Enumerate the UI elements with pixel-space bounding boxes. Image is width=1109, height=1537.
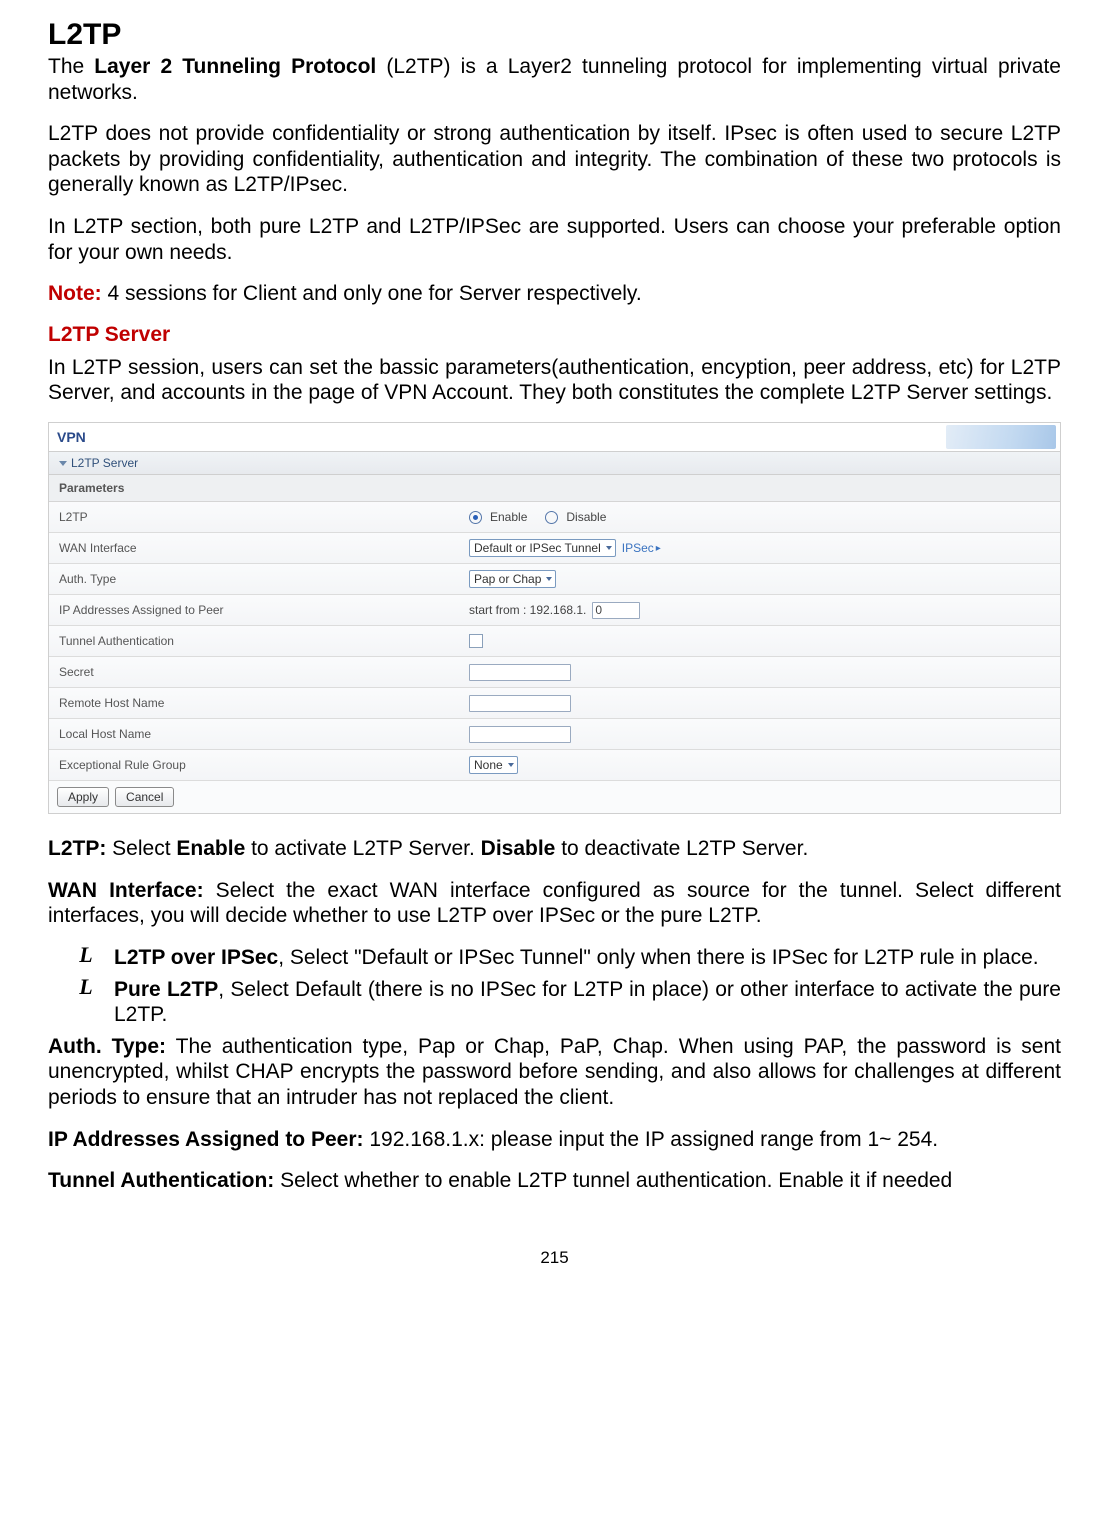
text: to activate L2TP Server. — [245, 837, 480, 860]
select-wan-interface[interactable]: Default or IPSec Tunnel — [469, 539, 616, 557]
info-list: L L2TP over IPSec, Select "Default or IP… — [48, 945, 1061, 1028]
select-auth-type[interactable]: Pap or Chap — [469, 570, 556, 588]
intro-paragraph-3: In L2TP section, both pure L2TP and L2TP… — [48, 214, 1061, 265]
subheader-text: L2TP Server — [71, 456, 138, 470]
panel-subheader[interactable]: L2TP Server — [49, 452, 1060, 475]
config-panel: VPN L2TP Server Parameters L2TP Enable D… — [48, 422, 1061, 814]
desc-l2tp: L2TP: Select Enable to activate L2TP Ser… — [48, 836, 1061, 862]
select-rule-group[interactable]: None — [469, 756, 518, 774]
bold: Disable — [481, 837, 556, 860]
row-local: Local Host Name — [49, 719, 1060, 750]
parameters-heading: Parameters — [49, 475, 1060, 502]
bold: L2TP over IPSec — [114, 946, 278, 969]
bold: Auth. Type: — [48, 1035, 166, 1058]
intro-paragraph-2: L2TP does not provide confidentiality or… — [48, 121, 1061, 198]
text: , Select "Default or IPSec Tunnel" only … — [278, 946, 1038, 969]
list-item: L L2TP over IPSec, Select "Default or IP… — [76, 945, 1061, 971]
intro-paragraph-1: The Layer 2 Tunneling Protocol (L2TP) is… — [48, 54, 1061, 105]
radio-disable[interactable] — [545, 511, 558, 524]
radio-disable-label: Disable — [566, 510, 606, 524]
input-secret[interactable] — [469, 664, 571, 681]
text: 192.168.1.x: please input the IP assigne… — [364, 1128, 939, 1151]
header-decoration — [946, 425, 1056, 449]
row-tunnel: Tunnel Authentication — [49, 626, 1060, 657]
desc-tunnel: Tunnel Authentication: Select whether to… — [48, 1168, 1061, 1194]
row-remote: Remote Host Name — [49, 688, 1060, 719]
row-auth: Auth. Type Pap or Chap — [49, 564, 1060, 595]
note-label: Note: — [48, 282, 102, 305]
bold: Tunnel Authentication: — [48, 1169, 274, 1192]
label-exceptional: Exceptional Rule Group — [59, 758, 469, 772]
row-secret: Secret — [49, 657, 1060, 688]
bold: L2TP: — [48, 837, 106, 860]
label-tunnel: Tunnel Authentication — [59, 634, 469, 648]
label-l2tp: L2TP — [59, 510, 469, 524]
row-wan: WAN Interface Default or IPSec Tunnel IP… — [49, 533, 1060, 564]
note-text: 4 sessions for Client and only one for S… — [102, 282, 642, 305]
row-ip: IP Addresses Assigned to Peer start from… — [49, 595, 1060, 626]
note-line: Note: 4 sessions for Client and only one… — [48, 281, 1061, 307]
ip-last-octet-input[interactable]: 0 — [592, 602, 640, 619]
bold: IP Addresses Assigned to Peer: — [48, 1128, 364, 1151]
list-item: L Pure L2TP, Select Default (there is no… — [76, 977, 1061, 1028]
text: The — [48, 55, 94, 78]
input-remote-host[interactable] — [469, 695, 571, 712]
ip-prefix: start from : 192.168.1. — [469, 603, 586, 617]
radio-enable[interactable] — [469, 511, 482, 524]
input-local-host[interactable] — [469, 726, 571, 743]
label-local: Local Host Name — [59, 727, 469, 741]
checkbox-tunnel-auth[interactable] — [469, 634, 483, 648]
cancel-button[interactable]: Cancel — [115, 787, 174, 807]
bold: Pure L2TP — [114, 978, 218, 1001]
row-l2tp: L2TP Enable Disable — [49, 502, 1060, 533]
desc-auth: Auth. Type: The authentication type, Pap… — [48, 1034, 1061, 1111]
arrow-right-icon: ▸ — [656, 543, 661, 554]
bold-term: Layer 2 Tunneling Protocol — [94, 55, 376, 78]
button-row: Apply Cancel — [49, 781, 1060, 813]
text: Select — [106, 837, 176, 860]
label-remote: Remote Host Name — [59, 696, 469, 710]
text: Select whether to enable L2TP tunnel aut… — [274, 1169, 952, 1192]
bold: Enable — [176, 837, 245, 860]
chevron-down-icon — [59, 461, 67, 466]
page-number: 215 — [48, 1248, 1061, 1268]
desc-ip: IP Addresses Assigned to Peer: 192.168.1… — [48, 1127, 1061, 1153]
label-ip: IP Addresses Assigned to Peer — [59, 603, 469, 617]
desc-wan: WAN Interface: Select the exact WAN inte… — [48, 878, 1061, 929]
page-title: L2TP — [48, 18, 1061, 52]
text: to deactivate L2TP Server. — [555, 837, 808, 860]
row-exceptional: Exceptional Rule Group None — [49, 750, 1060, 781]
text: , Select Default (there is no IPSec for … — [114, 978, 1061, 1027]
label-secret: Secret — [59, 665, 469, 679]
radio-enable-label: Enable — [490, 510, 527, 524]
section-intro: In L2TP session, users can set the bassi… — [48, 355, 1061, 406]
section-heading: L2TP Server — [48, 323, 1061, 347]
ipsec-link-text: IPSec — [622, 541, 654, 555]
text: The authentication type, Pap or Chap, Pa… — [48, 1035, 1061, 1109]
panel-header-text: VPN — [57, 429, 86, 445]
info-icon: L — [76, 945, 96, 965]
label-wan: WAN Interface — [59, 541, 469, 555]
label-auth: Auth. Type — [59, 572, 469, 586]
apply-button[interactable]: Apply — [57, 787, 109, 807]
bold: WAN Interface: — [48, 879, 204, 902]
ipsec-link[interactable]: IPSec▸ — [622, 541, 661, 555]
info-icon: L — [76, 977, 96, 997]
panel-header: VPN — [49, 423, 1060, 452]
